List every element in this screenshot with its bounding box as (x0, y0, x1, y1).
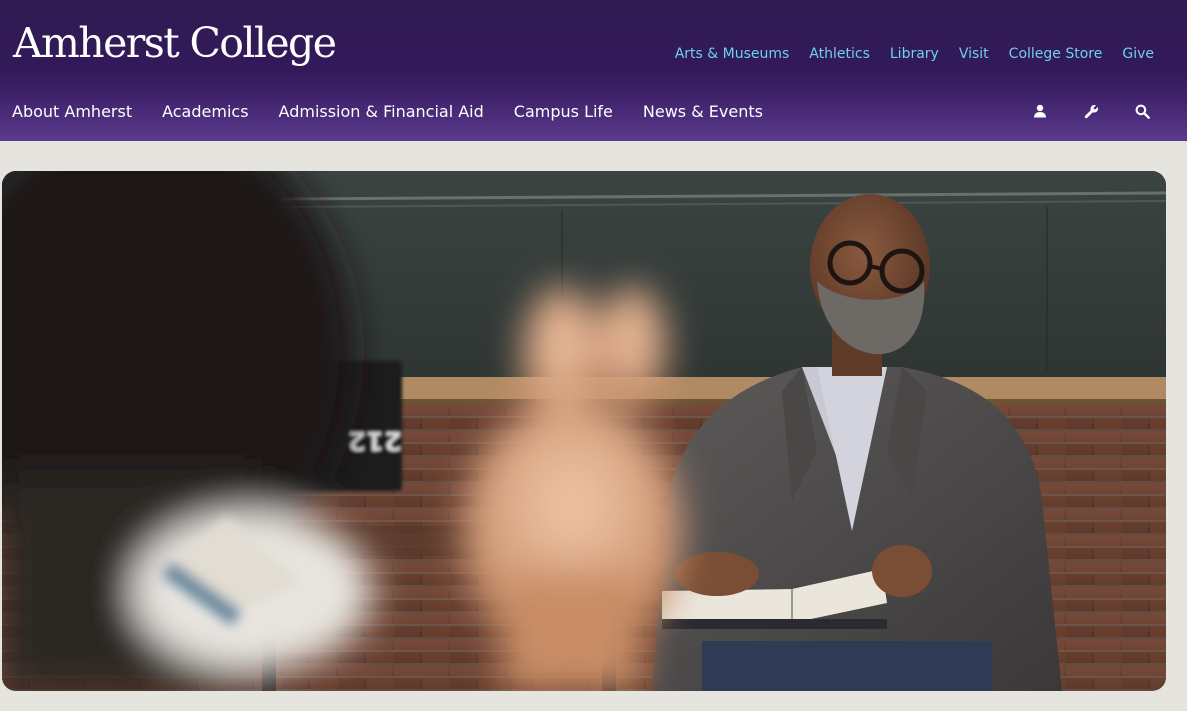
hero-photo-illustration: 212 (2, 171, 1166, 691)
site-logo[interactable]: Amherst College (13, 23, 337, 64)
header-tools (1032, 101, 1150, 121)
utility-link-arts-museums[interactable]: Arts & Museums (675, 45, 790, 63)
user-icon[interactable] (1032, 101, 1048, 121)
main-nav-news-events[interactable]: News & Events (643, 102, 763, 122)
utility-nav: Arts & Museums Athletics Library Visit C… (675, 45, 1154, 63)
main-nav-academics[interactable]: Academics (162, 102, 248, 122)
main-nav-campus-life[interactable]: Campus Life (514, 102, 613, 122)
main-nav-about-amherst[interactable]: About Amherst (12, 102, 132, 122)
utility-link-library[interactable]: Library (890, 45, 939, 63)
utility-link-give[interactable]: Give (1122, 45, 1154, 63)
wrench-icon[interactable] (1083, 101, 1099, 121)
hero-image: 212 (2, 171, 1166, 691)
utility-link-college-store[interactable]: College Store (1009, 45, 1103, 63)
search-icon[interactable] (1134, 101, 1150, 121)
main-nav-admission-financial-aid[interactable]: Admission & Financial Aid (279, 102, 484, 122)
main-nav: About Amherst Academics Admission & Fina… (12, 102, 763, 122)
utility-link-visit[interactable]: Visit (959, 45, 989, 63)
utility-link-athletics[interactable]: Athletics (809, 45, 870, 63)
room-number-sign: 212 (348, 425, 402, 455)
site-header: Amherst College Arts & Museums Athletics… (0, 0, 1187, 141)
